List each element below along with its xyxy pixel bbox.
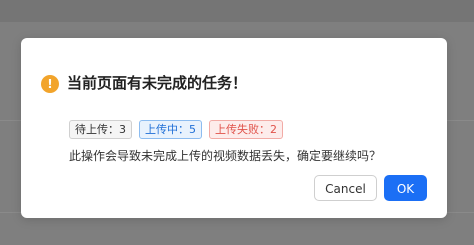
background-header [0,0,474,22]
pending-upload-tag: 待上传：3 [69,120,132,139]
upload-failed-tag: 上传失败：2 [209,120,283,139]
ok-button[interactable]: OK [384,175,427,201]
dialog-message: 此操作会导致未完成上传的视频数据丢失，确定要继续吗？ [69,149,382,163]
confirm-dialog: ! 当前页面有未完成的任务！ 待上传：3 上传中：5 上传失败：2 此操作会导致… [21,38,447,218]
upload-status-tags: 待上传：3 上传中：5 上传失败：2 [69,120,283,139]
cancel-button[interactable]: Cancel [314,175,377,201]
dialog-title: 当前页面有未完成的任务！ [67,74,248,92]
warning-icon: ! [41,75,59,93]
uploading-tag: 上传中：5 [139,120,202,139]
